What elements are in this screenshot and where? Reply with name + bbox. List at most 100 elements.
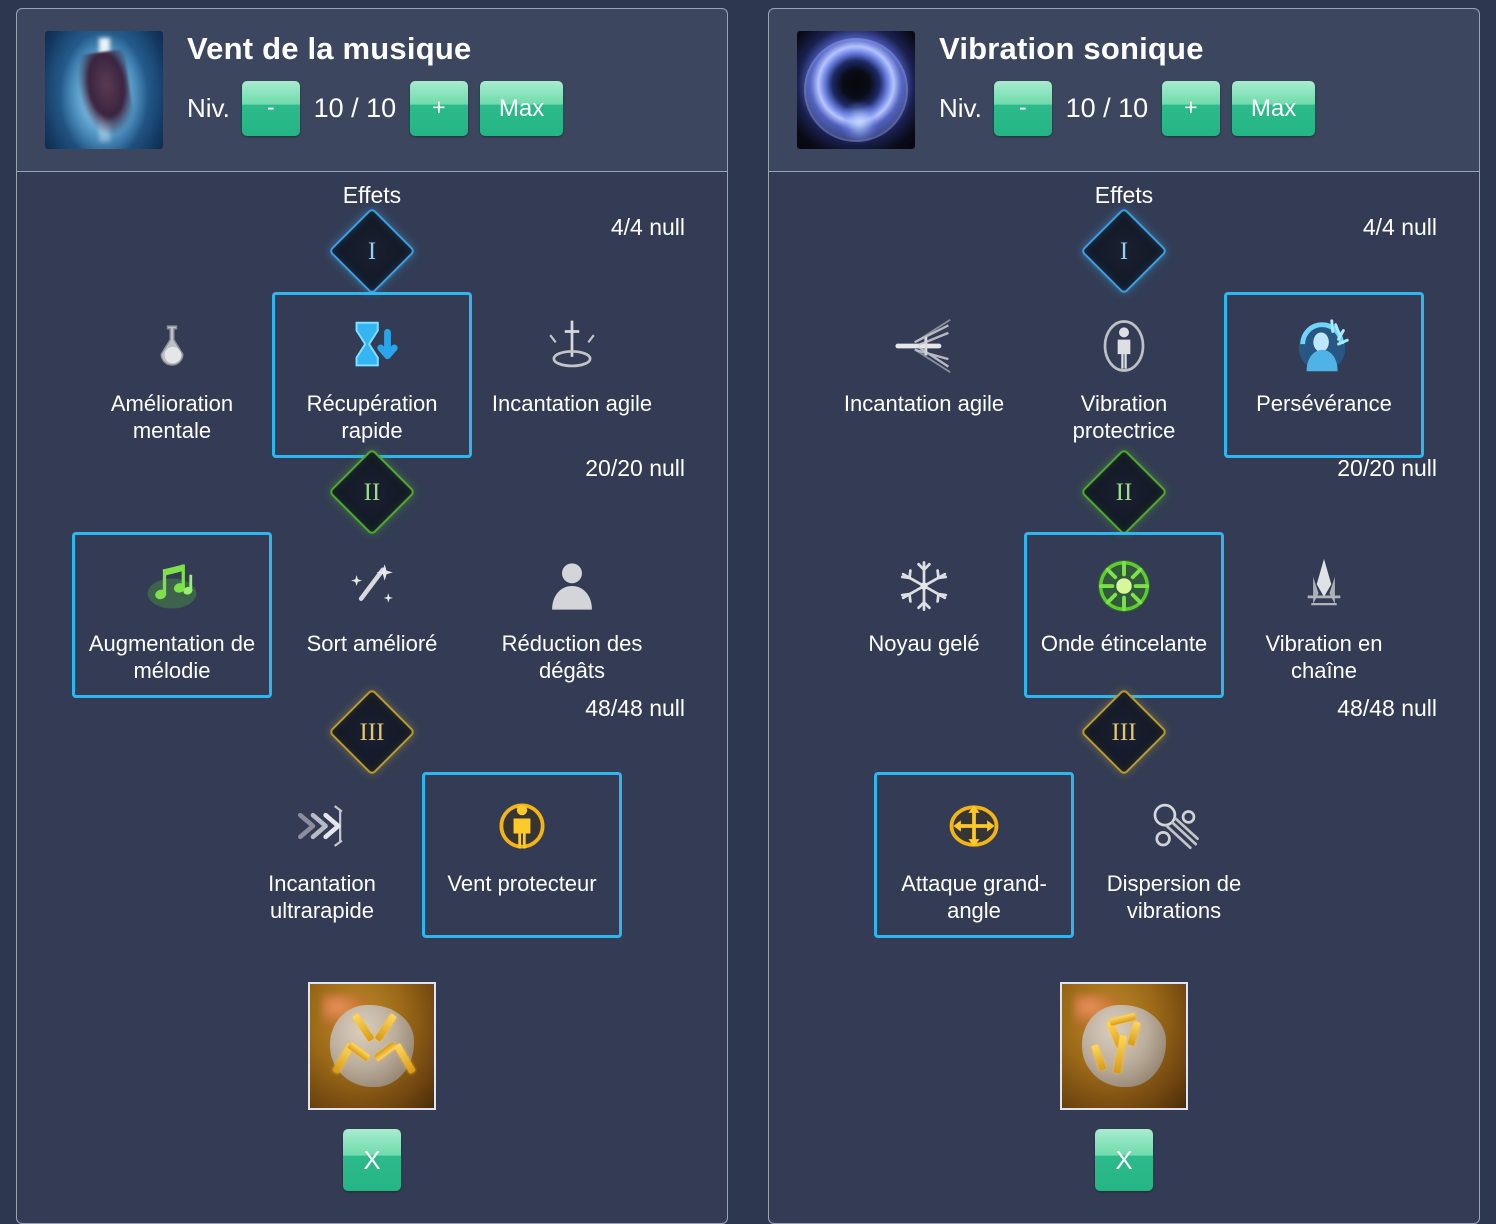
node-label: Noyau gelé xyxy=(868,631,980,656)
skill-header-text: Vibration sonique Niv. - 10 / 10 + Max xyxy=(939,31,1316,136)
node-label: Incantation agile xyxy=(491,391,653,416)
blue-person-burst-icon xyxy=(1287,309,1361,383)
skill-body: Effets I 4/4 null Incantation agile Vibr… xyxy=(768,171,1480,1224)
tier-row-2: Noyau gelé Onde étincelante Vibration en… xyxy=(769,532,1479,698)
level-label: Niv. xyxy=(939,93,982,123)
potion-flask-icon xyxy=(135,309,209,383)
tier-badge-2: II xyxy=(1080,448,1168,536)
node-perseverance[interactable]: Persévérance xyxy=(1224,292,1424,458)
skill-panels-stage: Vent de la musique Niv. - 10 / 10 + Max … xyxy=(0,0,1496,1224)
level-controls: Niv. - 10 / 10 + Max xyxy=(939,81,1316,136)
tier-count-3: 48/48 null xyxy=(585,695,685,721)
skill-icon-wind-of-music xyxy=(45,31,163,149)
node-dispersion-de-vibrations[interactable]: Dispersion de vibrations xyxy=(1074,772,1274,938)
effects-heading: Effets xyxy=(342,182,402,208)
triple-chevron-speed-icon xyxy=(285,789,359,863)
rune-symbol xyxy=(1091,1012,1150,1075)
close-button[interactable]: X xyxy=(1095,1129,1153,1191)
page-title: Vent de la musique xyxy=(187,31,472,66)
node-label: Sort amélioré xyxy=(306,631,438,656)
music-notes-icon xyxy=(135,549,209,623)
tier-row-1: Incantation agile Vibration protectrice xyxy=(769,292,1479,458)
four-way-arrows-icon xyxy=(937,789,1011,863)
skill-body: Effets I 4/4 null Amélioration mentale R… xyxy=(16,171,728,1224)
node-amelioration-mentale[interactable]: Amélioration mentale xyxy=(72,292,272,458)
node-label: Incantation agile xyxy=(843,391,1005,416)
close-button-wrapper: X xyxy=(1095,1129,1153,1191)
level-value: 10 / 10 xyxy=(1065,93,1149,123)
tier-numeral: I xyxy=(367,237,377,265)
node-incantation-ultrarapide[interactable]: Incantation ultrarapide xyxy=(222,772,422,938)
node-onde-etincelante[interactable]: Onde étincelante xyxy=(1024,532,1224,698)
scattering-orbs-icon xyxy=(1137,789,1211,863)
tier-count-1: 4/4 null xyxy=(610,214,685,240)
tier-row-1: Amélioration mentale Récupération rapide xyxy=(17,292,727,458)
node-sort-ameliore[interactable]: Sort amélioré xyxy=(272,532,472,698)
skill-icon-sonic-vibration xyxy=(797,31,915,149)
magic-wand-sparkle-icon xyxy=(335,549,409,623)
node-label: Vibration en chaîne xyxy=(1265,631,1383,683)
node-label: Attaque grand-angle xyxy=(901,871,1047,923)
tier-badge-3: III xyxy=(328,688,416,776)
level-max-button[interactable]: Max xyxy=(1231,81,1316,136)
rune-stone-othala-icon[interactable] xyxy=(308,982,436,1110)
node-label: Récupération rapide xyxy=(306,391,438,443)
close-button-wrapper: X xyxy=(343,1129,401,1191)
node-vibration-en-chaine[interactable]: Vibration en chaîne xyxy=(1224,532,1424,698)
tier-numeral: II xyxy=(1115,478,1133,506)
tier-count-2: 20/20 null xyxy=(585,455,685,481)
node-vent-protecteur[interactable]: Vent protecteur xyxy=(422,772,622,938)
tier-numeral: III xyxy=(359,718,385,746)
tier-numeral: II xyxy=(363,478,381,506)
rising-spike-icon xyxy=(1287,549,1361,623)
hourglass-down-arrow-icon xyxy=(335,309,409,383)
rune-stone-shape xyxy=(1082,1005,1166,1087)
tier-badge-2: II xyxy=(328,448,416,536)
rune-stone-lightning-icon[interactable] xyxy=(1060,982,1188,1110)
node-label: Incantation ultrarapide xyxy=(268,871,376,923)
tier-row-3: Attaque grand-angle Dispersion de vibrat… xyxy=(769,772,1479,938)
skill-header: Vent de la musique Niv. - 10 / 10 + Max xyxy=(16,8,728,171)
skill-panel-sonic-vibration: Vibration sonique Niv. - 10 / 10 + Max E… xyxy=(768,8,1480,1224)
tier-numeral: III xyxy=(1111,718,1137,746)
level-increase-button[interactable]: + xyxy=(409,81,468,136)
node-vibration-protectrice[interactable]: Vibration protectrice xyxy=(1024,292,1224,458)
tier-count-3: 48/48 null xyxy=(1337,695,1437,721)
green-sunburst-icon xyxy=(1087,549,1161,623)
skill-panel-wind-of-music: Vent de la musique Niv. - 10 / 10 + Max … xyxy=(16,8,728,1224)
node-label: Persévérance xyxy=(1256,391,1392,416)
level-label: Niv. xyxy=(187,93,230,123)
snowflake-icon xyxy=(887,549,961,623)
tier-row-2: Augmentation de mélodie Sort amélioré Ré… xyxy=(17,532,727,698)
skill-header: Vibration sonique Niv. - 10 / 10 + Max xyxy=(768,8,1480,171)
tier-badge-1: I xyxy=(1080,207,1168,295)
level-decrease-button[interactable]: - xyxy=(993,81,1052,136)
node-reduction-des-degats[interactable]: Réduction des dégâts xyxy=(472,532,672,698)
node-attaque-grand-angle[interactable]: Attaque grand-angle xyxy=(874,772,1074,938)
node-label: Augmentation de mélodie xyxy=(88,631,256,683)
level-max-button[interactable]: Max xyxy=(479,81,564,136)
tier-numeral: I xyxy=(1119,237,1129,265)
tier-count-1: 4/4 null xyxy=(1362,214,1437,240)
level-increase-button[interactable]: + xyxy=(1161,81,1220,136)
close-button[interactable]: X xyxy=(343,1129,401,1191)
node-label: Vibration protectrice xyxy=(1072,391,1176,443)
node-augmentation-de-melodie[interactable]: Augmentation de mélodie xyxy=(72,532,272,698)
node-incantation-agile[interactable]: Incantation agile xyxy=(472,292,672,458)
golden-person-ring-icon xyxy=(485,789,559,863)
rune-stone-shape xyxy=(330,1005,416,1087)
node-noyau-gele[interactable]: Noyau gelé xyxy=(824,532,1024,698)
person-bust-icon xyxy=(535,549,609,623)
node-recuperation-rapide[interactable]: Récupération rapide xyxy=(272,292,472,458)
piercing-arrow-icon xyxy=(887,309,961,383)
tier-badge-3: III xyxy=(1080,688,1168,776)
level-value: 10 / 10 xyxy=(313,93,397,123)
effects-heading: Effets xyxy=(1094,182,1154,208)
skill-header-text: Vent de la musique Niv. - 10 / 10 + Max xyxy=(187,31,564,136)
tier-row-3: Incantation ultrarapide Vent protecteur xyxy=(17,772,727,938)
sword-swirl-icon xyxy=(535,309,609,383)
level-decrease-button[interactable]: - xyxy=(241,81,300,136)
person-shield-ring-icon xyxy=(1087,309,1161,383)
node-incantation-agile[interactable]: Incantation agile xyxy=(824,292,1024,458)
rune-symbol xyxy=(332,1013,416,1075)
